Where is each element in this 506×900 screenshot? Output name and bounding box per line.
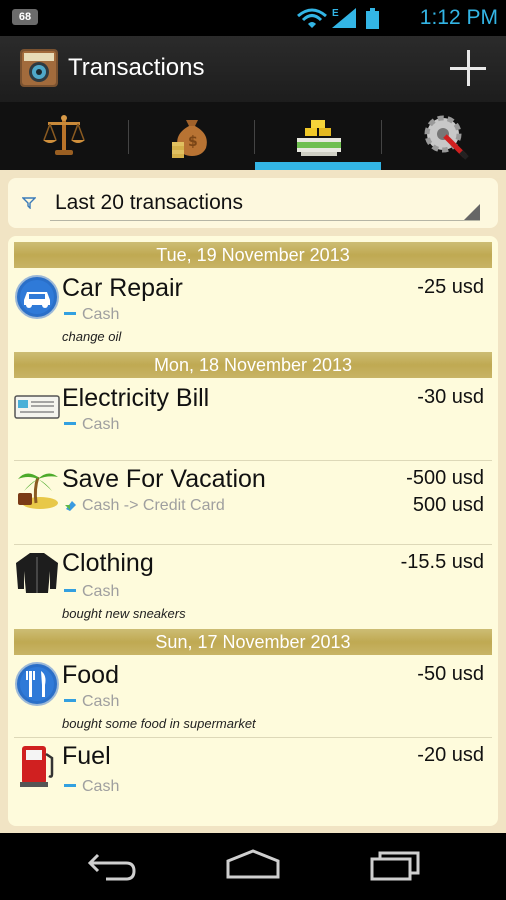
transaction-row[interactable]: Fuel Cash -20 usd bbox=[8, 738, 498, 818]
transaction-row[interactable]: Clothing Cash bought new sneakers -15.5 … bbox=[8, 545, 498, 629]
transaction-name: Food bbox=[62, 661, 119, 689]
money-bag-icon: $ bbox=[172, 120, 207, 158]
filter-underline bbox=[50, 220, 480, 221]
transactions-icon bbox=[297, 120, 341, 156]
fork-knife-icon bbox=[15, 662, 59, 706]
date-header: Tue, 19 November 2013 bbox=[14, 242, 492, 268]
settings-gear-icon bbox=[424, 115, 469, 160]
recent-apps-icon[interactable] bbox=[368, 847, 422, 883]
status-bar: 68 E 1:12 PM bbox=[0, 0, 506, 36]
transaction-amount: -50 usd bbox=[417, 663, 484, 685]
transaction-note: change oil bbox=[62, 329, 122, 344]
account-marker-icon bbox=[64, 421, 76, 425]
transaction-account: Cash bbox=[62, 306, 119, 324]
filter-dropdown[interactable]: Last 20 transactions bbox=[8, 178, 498, 228]
transfer-icon bbox=[65, 500, 76, 511]
action-bar: Transactions bbox=[0, 36, 506, 102]
jacket-icon bbox=[16, 553, 58, 593]
transaction-name: Save For Vacation bbox=[62, 465, 266, 493]
transaction-amount-transfer: 500 usd bbox=[412, 494, 484, 516]
transaction-row[interactable]: Car Repair Cash change oil -25 usd bbox=[8, 270, 498, 350]
page-title: Transactions bbox=[68, 54, 205, 81]
dropdown-corner-icon bbox=[464, 204, 480, 220]
transaction-amount: -20 usd bbox=[417, 744, 484, 766]
transaction-amount: -15.5 usd bbox=[400, 551, 484, 573]
tab-settings[interactable] bbox=[381, 102, 506, 170]
date-header: Mon, 18 November 2013 bbox=[14, 352, 492, 378]
transaction-amount: -30 usd bbox=[417, 386, 484, 408]
balance-scale-icon bbox=[43, 115, 85, 155]
add-transaction-button[interactable] bbox=[450, 50, 486, 86]
account-label: Cash bbox=[82, 583, 120, 600]
transaction-account: Cash bbox=[62, 693, 119, 711]
transaction-amount: -25 usd bbox=[417, 276, 484, 298]
transaction-list[interactable]: Tue, 19 November 2013 Car Repair Cash ch… bbox=[8, 236, 498, 826]
tab-money[interactable]: $ bbox=[128, 102, 254, 170]
transaction-amount: -500 usd bbox=[406, 467, 484, 489]
account-marker-icon bbox=[64, 698, 76, 702]
transaction-row[interactable]: Electricity Bill Cash -30 usd bbox=[8, 380, 498, 460]
transaction-account: Cash bbox=[62, 778, 119, 796]
transaction-row[interactable]: Save For Vacation Cash -> Credit Card -5… bbox=[8, 461, 498, 544]
transaction-note: bought new sneakers bbox=[62, 606, 186, 621]
account-marker-icon bbox=[64, 588, 76, 592]
tab-bar: $ bbox=[0, 102, 506, 170]
account-label: Cash -> Credit Card bbox=[82, 497, 225, 514]
wallet-icon[interactable] bbox=[18, 47, 60, 89]
transaction-account: Cash bbox=[62, 583, 119, 601]
back-icon[interactable] bbox=[86, 847, 140, 883]
filter-funnel-icon bbox=[22, 197, 36, 209]
tab-balance[interactable] bbox=[0, 102, 126, 170]
filter-label: Last 20 transactions bbox=[55, 191, 243, 214]
tab-transactions[interactable] bbox=[255, 102, 381, 170]
account-label: Cash bbox=[82, 693, 120, 710]
transaction-name: Electricity Bill bbox=[62, 384, 210, 412]
fuel-pump-icon bbox=[20, 746, 54, 787]
bill-icon bbox=[14, 395, 60, 419]
account-label: Cash bbox=[82, 416, 120, 433]
account-label: Cash bbox=[82, 306, 120, 323]
car-icon bbox=[15, 275, 59, 319]
notification-badge: 68 bbox=[12, 9, 38, 25]
status-icons: E bbox=[297, 8, 379, 29]
date-header: Sun, 17 November 2013 bbox=[14, 629, 492, 655]
transaction-account: Cash bbox=[62, 416, 119, 434]
navigation-bar bbox=[0, 833, 506, 900]
battery-icon bbox=[366, 8, 379, 29]
home-icon[interactable] bbox=[226, 847, 280, 883]
svg-text:$: $ bbox=[188, 134, 198, 150]
wifi-icon bbox=[297, 8, 327, 28]
transaction-note: bought some food in supermarket bbox=[62, 716, 256, 731]
account-marker-icon bbox=[64, 783, 76, 787]
transaction-account: Cash -> Credit Card bbox=[62, 497, 225, 515]
transaction-name: Clothing bbox=[62, 549, 154, 577]
clock: 1:12 PM bbox=[419, 6, 498, 29]
transaction-row[interactable]: Food Cash bought some food in supermarke… bbox=[8, 657, 498, 737]
network-type-label: E bbox=[332, 8, 339, 19]
account-label: Cash bbox=[82, 778, 120, 795]
account-marker-icon bbox=[64, 311, 76, 315]
tab-indicator bbox=[255, 162, 381, 170]
transaction-name: Fuel bbox=[62, 742, 111, 770]
palm-tree-icon bbox=[18, 473, 58, 509]
transaction-name: Car Repair bbox=[62, 274, 183, 302]
